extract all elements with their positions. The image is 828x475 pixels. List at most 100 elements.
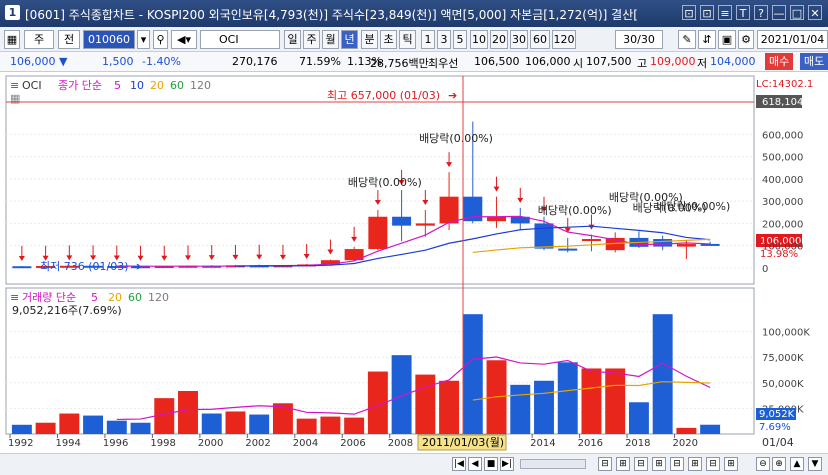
open-label: 시	[573, 57, 584, 70]
interval-5[interactable]: 5	[453, 30, 467, 49]
interval-1[interactable]: 1	[421, 30, 435, 49]
low-price: 104,000	[710, 55, 756, 68]
x-tick-label: 2018	[625, 438, 650, 449]
tool-icon-6[interactable]: ⊞	[688, 457, 702, 471]
market-select[interactable]: 주	[24, 30, 54, 49]
price-ma-60: 60	[170, 79, 184, 92]
settings-icon[interactable]: ⚙	[738, 30, 754, 49]
tool-icon-8[interactable]: ⊞	[724, 457, 738, 471]
volume-legend-prefix: 거래량 단순	[22, 291, 76, 304]
draw-tool-icon[interactable]: ✎	[678, 30, 696, 49]
volume-value-text: 9,052,216주(7.69%)	[12, 304, 122, 317]
volume-bar	[700, 424, 721, 434]
x-tick-label: 1992	[8, 438, 33, 449]
stock-name-field[interactable]: OCI	[200, 30, 280, 49]
period-year[interactable]: 년	[341, 30, 358, 49]
type-select[interactable]: 전	[58, 30, 80, 49]
data-count-field[interactable]: 30/30	[615, 30, 663, 49]
layout-icon[interactable]: ⊡	[682, 5, 696, 20]
code-dropdown-icon[interactable]: ▾	[137, 30, 150, 49]
zoom-out-icon[interactable]: ⊖	[756, 457, 770, 471]
sound-icon[interactable]: ◀▾	[171, 30, 197, 49]
volume-bar	[178, 390, 198, 434]
compare-icon[interactable]: ⇵	[698, 30, 716, 49]
price-ytick: 400,000	[762, 175, 803, 186]
zoom-in-icon[interactable]: ⊕	[772, 457, 786, 471]
price-ytick: 100,000	[762, 242, 803, 253]
volume-bar	[320, 416, 341, 434]
panel-menu-icon[interactable]: ≡	[10, 79, 19, 92]
stock-chart[interactable]: 배당락(0.00%) 배당락(0.00%) 배당락(0.00%) 배당락(0.00%)…	[0, 72, 828, 452]
tool-icon-2[interactable]: ⊞	[616, 457, 630, 471]
trade-amount: 28,756백만	[370, 57, 429, 70]
volume-bar	[676, 427, 697, 434]
text-icon[interactable]: T	[736, 5, 750, 20]
date-field[interactable]: 2021/01/04	[757, 30, 828, 49]
interval-10[interactable]: 10	[470, 30, 488, 49]
scroll-up-icon[interactable]: ▲	[790, 457, 804, 471]
period-week[interactable]: 주	[303, 30, 320, 49]
price-ma-20: 20	[150, 79, 164, 92]
right-date-label: 01/04	[762, 436, 794, 449]
scroll-down-icon[interactable]: ▼	[808, 457, 822, 471]
window-number-badge: 1	[5, 5, 20, 20]
capture-icon[interactable]: ⊡	[700, 5, 714, 20]
period-tick[interactable]: 틱	[399, 30, 416, 49]
cursor-date-label: 2011/01/03(월)	[422, 436, 504, 449]
x-tick-label: 2002	[245, 438, 270, 449]
candle-body	[581, 239, 601, 242]
maximize-button[interactable]: □	[790, 5, 804, 20]
interval-120[interactable]: 120	[552, 30, 576, 49]
dividend-label: 배당락(0.00%)	[656, 200, 730, 213]
minimize-button[interactable]: —	[772, 5, 786, 20]
price-ytick: 600,000	[762, 130, 803, 141]
toolbar: ▦ 주 전 010060 ▾ ⚲ ◀▾ OCI 일 주 월 년 분 초 틱 1 …	[0, 27, 828, 52]
chart-footer: |◀ ◀ ■ ▶| ⊟ ⊞ ⊟ ⊞ ⊟ ⊞ ⊟ ⊞ ⊖ ⊕ ▲ ▼	[0, 453, 828, 475]
volume-panel-menu-icon[interactable]: ≡	[10, 291, 19, 304]
period-day[interactable]: 일	[284, 30, 301, 49]
stock-code-input[interactable]: 010060	[83, 30, 135, 49]
tool-icon-1[interactable]: ⊟	[598, 457, 612, 471]
search-icon[interactable]: ⚲	[153, 30, 168, 49]
interval-30[interactable]: 30	[510, 30, 528, 49]
scroll-left-icon[interactable]: ◀	[468, 457, 482, 471]
interval-60[interactable]: 60	[530, 30, 550, 49]
scroll-end-icon[interactable]: ▶|	[500, 457, 514, 471]
dividend-label: 배당락(0.00%)	[348, 176, 422, 189]
volume-bar	[652, 314, 673, 434]
interval-20[interactable]: 20	[490, 30, 508, 49]
stop-icon[interactable]: ■	[484, 457, 498, 471]
period-month[interactable]: 월	[322, 30, 339, 49]
price-ytick: 500,000	[762, 153, 803, 164]
tool-icon-7[interactable]: ⊟	[706, 457, 720, 471]
volume-bar	[130, 422, 151, 434]
quote-bar: 106,000 ▼ 1,500 -1.40% 270,176 71.59% 1.…	[0, 52, 828, 72]
volume-pct-tag: 7.69%	[759, 422, 791, 433]
volume-bar	[439, 380, 460, 434]
price-change: 1,500	[102, 55, 134, 68]
scroll-start-icon[interactable]: |◀	[452, 457, 466, 471]
interval-3[interactable]: 3	[437, 30, 451, 49]
help-icon[interactable]: ?	[754, 5, 768, 20]
scrollbar[interactable]	[520, 459, 586, 469]
buy-button[interactable]: 매수	[765, 53, 794, 70]
best-bid: 106,000	[525, 55, 571, 68]
period-second[interactable]: 초	[380, 30, 397, 49]
table-icon[interactable]: ▦	[10, 92, 20, 105]
sell-button[interactable]: 매도	[800, 53, 828, 70]
high-price: 109,000	[650, 55, 696, 68]
close-button[interactable]: ✕	[808, 5, 822, 20]
volume-ma-60: 60	[128, 291, 142, 304]
high-label: 고	[637, 57, 648, 70]
volume-bar	[83, 415, 104, 434]
tool-icon-4[interactable]: ⊞	[652, 457, 666, 471]
tool-icon-5[interactable]: ⊟	[670, 457, 684, 471]
menu-icon[interactable]: ≡	[718, 5, 732, 20]
save-icon[interactable]: ▣	[718, 30, 736, 49]
grid-icon[interactable]: ▦	[4, 30, 20, 49]
tool-icon-3[interactable]: ⊟	[634, 457, 648, 471]
low-arrow-icon: ➔	[132, 260, 141, 273]
candle-body	[676, 244, 696, 247]
period-minute[interactable]: 분	[361, 30, 378, 49]
volume-bar	[462, 314, 483, 434]
